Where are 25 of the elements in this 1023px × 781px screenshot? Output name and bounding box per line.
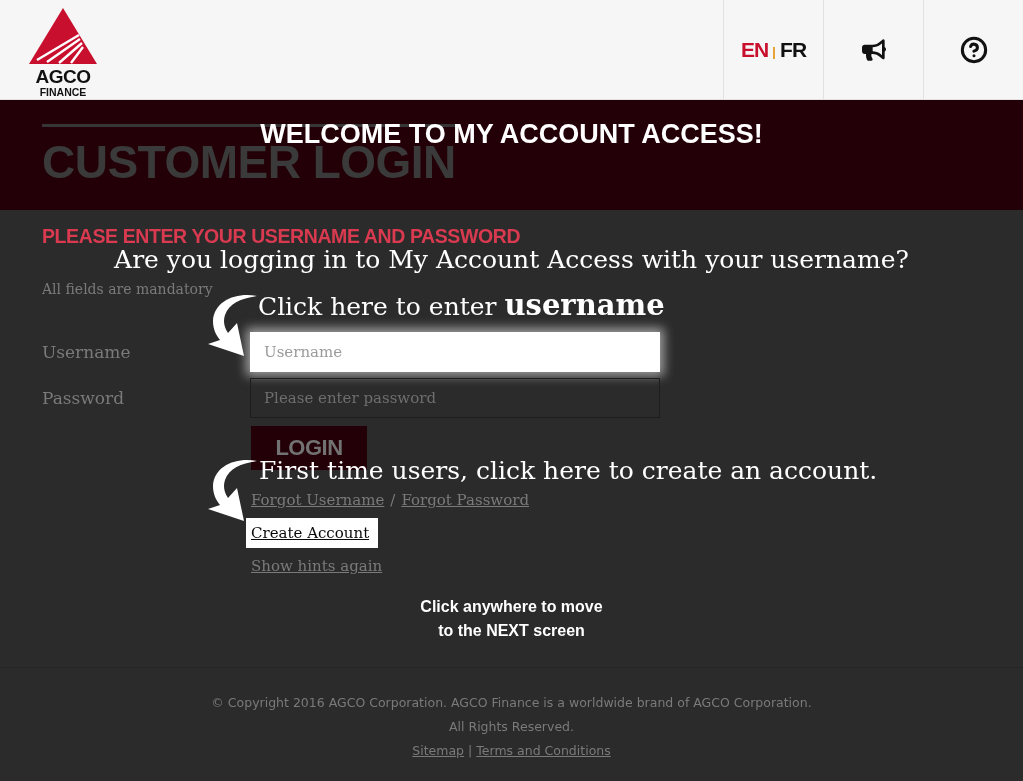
text-link[interactable]: Show hints again [251, 555, 383, 576]
logo-text: AGCO [35, 67, 91, 86]
logo-subtitle: FINANCE [39, 87, 87, 98]
form-note: All fields are mandatory [42, 280, 213, 298]
text-link[interactable]: Forgot Username [251, 489, 385, 510]
triangle-logo-icon [29, 8, 97, 64]
link-separator: / [390, 489, 396, 510]
link-separator: | [468, 742, 473, 760]
rights-text: All Rights Reserved. [449, 718, 574, 736]
input-field[interactable]: Please enter password [250, 378, 660, 418]
megaphone-icon [861, 37, 886, 62]
dismiss-hint-text: Click anywhere to move to the NEXT screen [420, 597, 603, 641]
copyright-text: © Copyright 2016 AGCO Corporation. AGCO Finance is a worldwide brand of AGCO Corporation. [211, 694, 812, 712]
footer-link[interactable]: Sitemap [412, 739, 465, 763]
field-label: Password [42, 387, 125, 409]
footer-link[interactable]: Terms and Conditions [476, 739, 611, 763]
language-option[interactable]: FR [780, 39, 807, 60]
field-label: Username [42, 341, 131, 363]
language-option[interactable]: EN [740, 39, 769, 60]
help-icon [959, 35, 988, 64]
form-heading: PLEASE ENTER YOUR USERNAME AND PASSWORD [42, 226, 521, 246]
text-link[interactable]: Create Account [246, 517, 379, 548]
hint-text: Click here to enter username [258, 287, 665, 324]
overlay-question: Are you logging in to My Account Access with your username? [114, 247, 909, 273]
text-link[interactable]: Forgot Password [401, 489, 529, 510]
